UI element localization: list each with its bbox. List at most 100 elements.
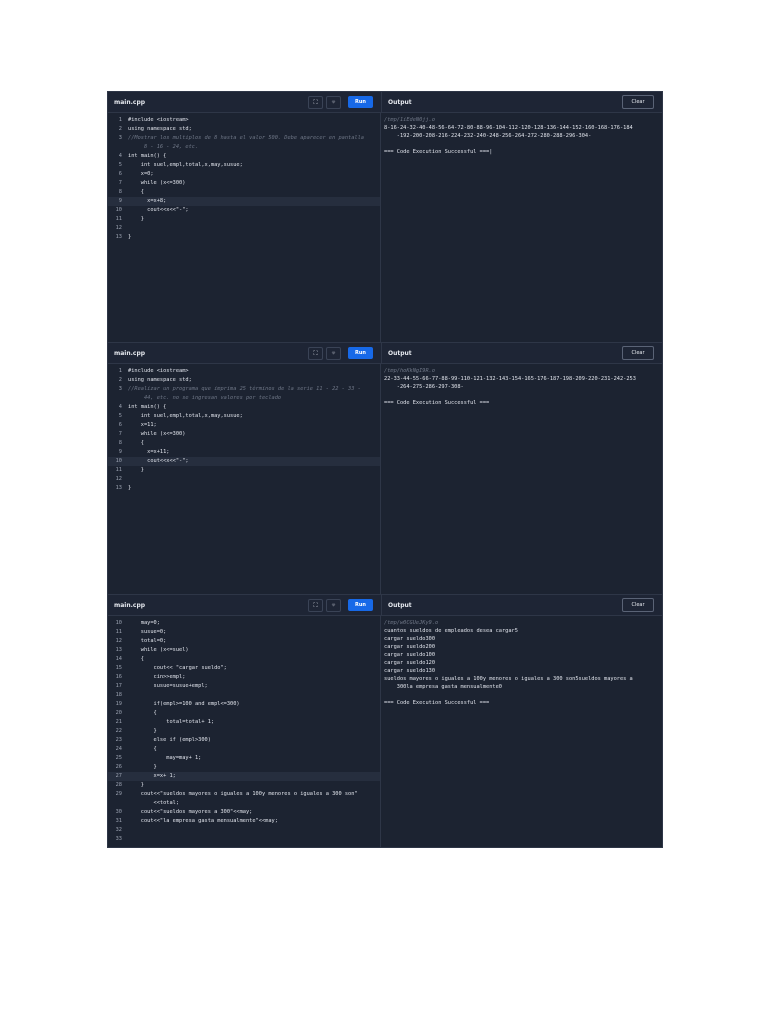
- output-console: /tmp/hoKkNgI9R.o 22-33-44-55-66-77-88-99-…: [381, 364, 662, 594]
- code-text: int main() {: [128, 404, 167, 410]
- line-number: 25: [115, 755, 122, 761]
- line-number: 9: [118, 449, 122, 455]
- line-number: 29: [115, 791, 122, 797]
- line-number: 19: [115, 701, 122, 707]
- code-text: cout<<x<<"-";: [128, 458, 189, 464]
- run-button[interactable]: Run: [348, 96, 373, 108]
- code-text: susue=0;: [128, 629, 167, 635]
- editor-header: main.cpp ⛶ ☼ Run: [108, 92, 382, 112]
- output-line: cargar sueldo200: [384, 644, 436, 650]
- code-text: x=x+11;: [128, 449, 170, 455]
- code-line: 22 }: [108, 727, 380, 736]
- output-line: cargar sueldo100: [384, 652, 436, 658]
- code-line: 2 using namespace std;: [108, 125, 380, 134]
- code-text: while (x<=suel): [128, 647, 189, 653]
- file-tab[interactable]: main.cpp: [114, 350, 145, 357]
- line-number: 10: [115, 458, 122, 464]
- clear-button[interactable]: Clear: [622, 95, 654, 109]
- code-line: 11 }: [108, 215, 380, 224]
- code-line: 19 if(empl>=100 and empl<=300): [108, 700, 380, 709]
- fullscreen-icon[interactable]: ⛶: [308, 347, 323, 360]
- line-number: 33: [115, 836, 122, 842]
- editor-header: main.cpp ⛶ ☼ Run: [108, 595, 382, 615]
- line-number: 1: [118, 117, 122, 123]
- line-number: 7: [118, 431, 122, 437]
- line-number: 5: [118, 162, 122, 168]
- code-text: cout<<"la empresa gasta mensualmente"<<m…: [128, 818, 278, 824]
- line-number: 11: [115, 629, 122, 635]
- line-number: 12: [115, 476, 122, 482]
- file-tab[interactable]: main.cpp: [114, 602, 145, 609]
- code-line: 6 x=0;: [108, 170, 380, 179]
- code-line: 17 susue=susue+empl;: [108, 682, 380, 691]
- code-text: if(empl>=100 and empl<=300): [128, 701, 240, 707]
- line-number: 32: [115, 827, 122, 833]
- clear-button[interactable]: Clear: [622, 598, 654, 612]
- code-text: cout<< "cargar sueldo";: [128, 665, 227, 671]
- line-number: 2: [118, 126, 122, 132]
- line-number: 6: [118, 422, 122, 428]
- code-editor[interactable]: 10 may=0; 11 susue=0; 12 total=0; 13 while …: [108, 616, 381, 847]
- panel-header: main.cpp ⛶ ☼ Run Output Clear: [108, 595, 662, 616]
- code-line: 7 while (x<=300): [108, 179, 380, 188]
- file-tab[interactable]: main.cpp: [114, 99, 145, 106]
- code-text: x=0;: [128, 171, 154, 177]
- code-text: x=x+8;: [128, 198, 167, 204]
- theme-toggle-icon[interactable]: ☼: [326, 599, 341, 612]
- code-line: 25 may=may+ 1;: [108, 754, 380, 763]
- code-line: 28 }: [108, 781, 380, 790]
- output-header: Output Clear: [382, 92, 662, 112]
- line-number: 10: [115, 207, 122, 213]
- fullscreen-icon[interactable]: ⛶: [308, 96, 323, 109]
- theme-toggle-icon[interactable]: ☼: [326, 96, 341, 109]
- panel-body: 1 #include <iostream> 2 using namespace std…: [108, 364, 662, 594]
- line-number: 10: [115, 620, 122, 626]
- code-text: else if (empl>300): [128, 737, 211, 743]
- code-text: #include <iostream>: [128, 117, 189, 123]
- run-button[interactable]: Run: [348, 599, 373, 611]
- code-line: 20 {: [108, 709, 380, 718]
- code-line: 8 {: [108, 439, 380, 448]
- line-number: 24: [115, 746, 122, 752]
- code-line: 9 x=x+11;: [108, 448, 380, 457]
- code-line: 1 #include <iostream>: [108, 367, 380, 376]
- code-editor[interactable]: 1 #include <iostream> 2 using namespace std…: [108, 364, 381, 594]
- code-text: may=may+ 1;: [128, 755, 202, 761]
- code-line: 2 using namespace std;: [108, 376, 380, 385]
- code-line: 29 cout<<"sueldos mayores o iguales a 10…: [108, 790, 380, 799]
- code-text: using namespace std;: [128, 126, 192, 132]
- clear-button[interactable]: Clear: [622, 346, 654, 360]
- code-text: <<total;: [128, 800, 180, 806]
- code-line: 23 else if (empl>300): [108, 736, 380, 745]
- output-header: Output Clear: [382, 595, 662, 615]
- code-text: {: [128, 440, 144, 446]
- output-line: 22-33-44-55-66-77-88-99-110-121-132-143-…: [384, 376, 636, 382]
- code-line: 10 cout<<x<<"-";: [108, 457, 380, 466]
- code-text: cout<<"sueldos mayores o iguales a 100y …: [128, 791, 358, 797]
- output-console: /tmp/1iEdeN0jj.o 8-16-24-32-40-48-56-64-7…: [381, 113, 662, 342]
- output-label: Output: [388, 601, 412, 609]
- compiler-panel-1: main.cpp ⛶ ☼ Run Output Clear 1 #include <iostr…: [107, 91, 663, 343]
- theme-toggle-icon[interactable]: ☼: [326, 347, 341, 360]
- code-text: int suel,empl,total,x,may,susue;: [128, 413, 243, 419]
- code-line: 8 {: [108, 188, 380, 197]
- code-text: susue=susue+empl;: [128, 683, 208, 689]
- code-text: x=x+ 1;: [128, 773, 176, 779]
- code-line: <<total;: [108, 799, 380, 808]
- line-number: 3: [118, 386, 122, 392]
- code-line: 13}: [108, 233, 380, 242]
- code-editor[interactable]: 1 #include <iostream> 2 using namespace std…: [108, 113, 381, 342]
- code-text: cout<<"sueldos mayores a 300"<<may;: [128, 809, 253, 815]
- code-text: #include <iostream>: [128, 368, 189, 374]
- panel-body: 1 #include <iostream> 2 using namespace std…: [108, 113, 662, 342]
- run-button[interactable]: Run: [348, 347, 373, 359]
- code-line: 24 {: [108, 745, 380, 754]
- line-number: 21: [115, 719, 122, 725]
- fullscreen-icon[interactable]: ⛶: [308, 599, 323, 612]
- panel-header: main.cpp ⛶ ☼ Run Output Clear: [108, 343, 662, 364]
- line-number: [108, 799, 128, 808]
- line-number: 4: [118, 404, 122, 410]
- output-console: /tmp/w0CGUeJKy9.o cuantos sueldos de empl…: [381, 616, 662, 847]
- code-line: 16 cin>>empl;: [108, 673, 380, 682]
